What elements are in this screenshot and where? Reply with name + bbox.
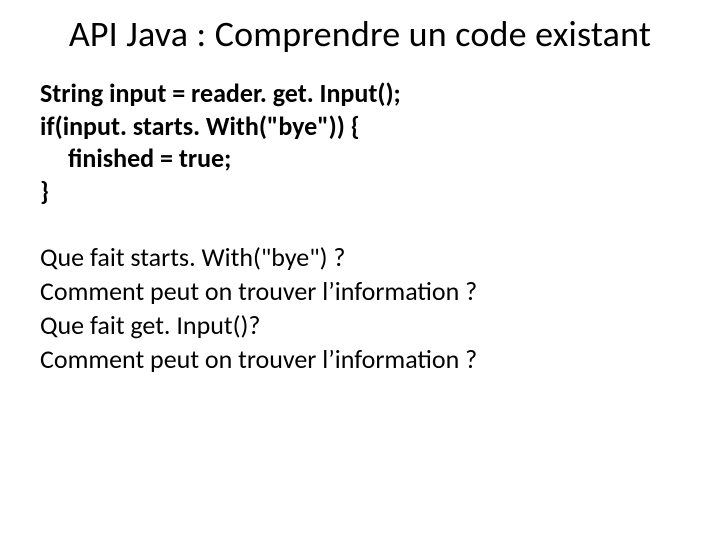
code-block: String input = reader. get. Input(); if(… xyxy=(40,77,680,207)
slide-title: API Java : Comprendre un code existant xyxy=(40,14,680,55)
code-line-1: String input = reader. get. Input(); xyxy=(40,77,680,110)
code-line-2: if(input. starts. With("bye")) { xyxy=(40,110,680,143)
slide: API Java : Comprendre un code existant S… xyxy=(0,0,720,540)
question-1: Que fait starts. With("bye") ? xyxy=(40,241,680,275)
questions-block: Que fait starts. With("bye") ? Comment p… xyxy=(40,241,680,376)
question-3: Que fait get. Input()? xyxy=(40,309,680,343)
code-line-3: finished = true; xyxy=(40,142,680,175)
question-2: Comment peut on trouver l’information ? xyxy=(40,275,680,309)
question-4: Comment peut on trouver l’information ? xyxy=(40,343,680,377)
code-line-4: } xyxy=(40,175,680,208)
